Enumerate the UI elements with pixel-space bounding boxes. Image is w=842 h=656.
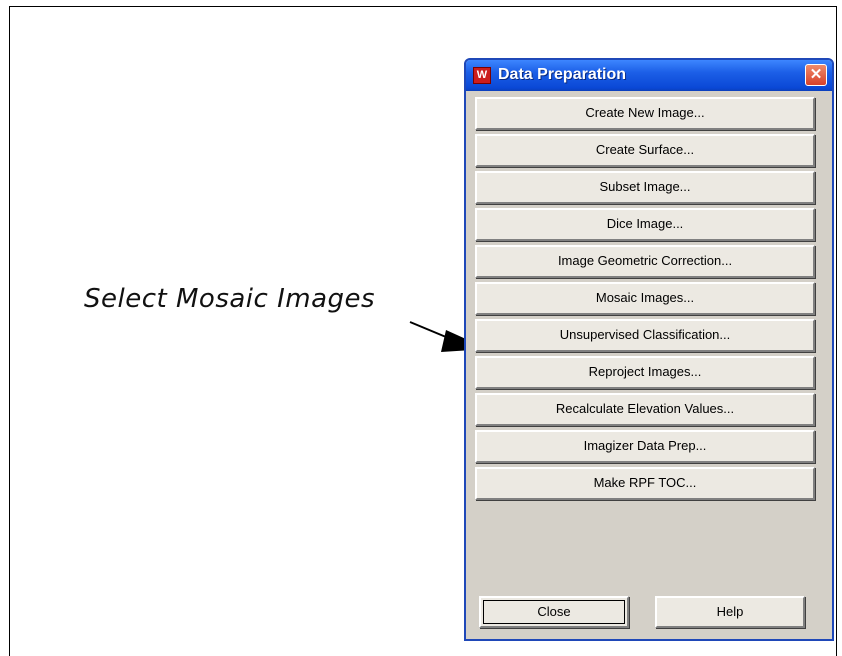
window-close-button[interactable]: ✕ bbox=[805, 64, 827, 86]
app-logo-icon: W bbox=[473, 67, 491, 84]
reproject-images-button[interactable]: Reproject Images... bbox=[475, 356, 815, 389]
dice-image-button[interactable]: Dice Image... bbox=[475, 208, 815, 241]
data-preparation-window: W Data Preparation ✕ Create New Image...… bbox=[464, 58, 834, 641]
footer-buttons: Close Help bbox=[475, 594, 815, 630]
help-button[interactable]: Help bbox=[655, 596, 805, 628]
window-title: Data Preparation bbox=[498, 66, 627, 83]
recalculate-elevation-values-button[interactable]: Recalculate Elevation Values... bbox=[475, 393, 815, 426]
menu-button-list: Create New Image... Create Surface... Su… bbox=[475, 97, 815, 504]
image-geometric-correction-button[interactable]: Image Geometric Correction... bbox=[475, 245, 815, 278]
title-bar[interactable]: W Data Preparation ✕ bbox=[466, 60, 832, 91]
create-new-image-button[interactable]: Create New Image... bbox=[475, 97, 815, 130]
imagizer-data-prep-button[interactable]: Imagizer Data Prep... bbox=[475, 430, 815, 463]
make-rpf-toc-button[interactable]: Make RPF TOC... bbox=[475, 467, 815, 500]
mosaic-images-button[interactable]: Mosaic Images... bbox=[475, 282, 815, 315]
subset-image-button[interactable]: Subset Image... bbox=[475, 171, 815, 204]
create-surface-button[interactable]: Create Surface... bbox=[475, 134, 815, 167]
unsupervised-classification-button[interactable]: Unsupervised Classification... bbox=[475, 319, 815, 352]
close-button[interactable]: Close bbox=[479, 596, 629, 628]
